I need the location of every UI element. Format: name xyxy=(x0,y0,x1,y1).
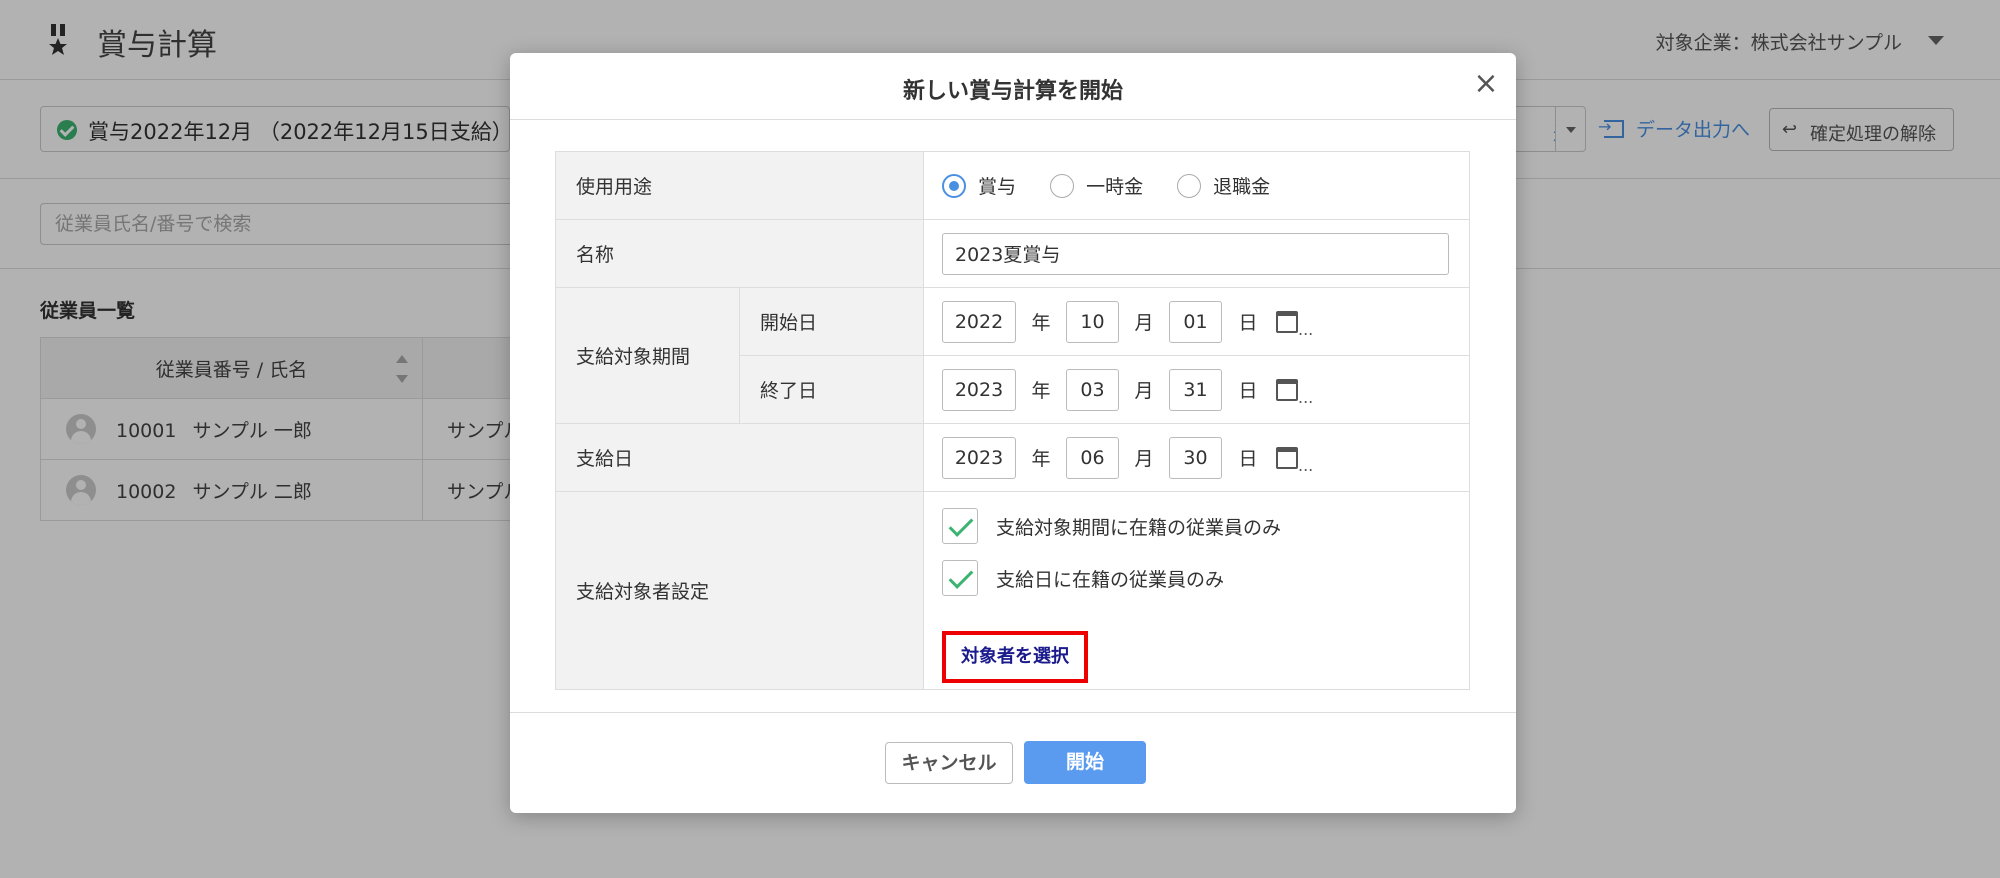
end-year-field[interactable]: 2023 xyxy=(942,368,1016,411)
modal-title: 新しい賞与計算を開始 xyxy=(902,79,1123,104)
start-date-cell: 2022 年 10 月 01 日... xyxy=(923,287,1470,356)
calendar-icon[interactable] xyxy=(1276,378,1298,401)
radio-circle xyxy=(1177,173,1202,198)
end-date-cell: 2023 年 03 月 31 日... xyxy=(923,355,1470,424)
name-cell xyxy=(923,219,1470,288)
payday-day-field[interactable]: 30 xyxy=(1169,436,1222,479)
radio-label: 賞与 xyxy=(978,176,1017,198)
name-label: 名称 xyxy=(555,219,924,288)
end-day-field[interactable]: 31 xyxy=(1169,368,1222,411)
end-date-label: 終了日 xyxy=(739,355,924,424)
modal-header: 新しい賞与計算を開始 × xyxy=(510,53,1516,120)
day-unit: 日 xyxy=(1238,312,1258,334)
radio-label: 退職金 xyxy=(1213,176,1271,198)
day-unit: 日 xyxy=(1238,448,1258,470)
payday-row: 支給日 2023 年 06 月 30 日... xyxy=(555,423,1470,492)
checkbox-period-label: 支給対象期間に在籍の従業員のみ xyxy=(996,516,1282,539)
payday-year-field[interactable]: 2023 xyxy=(942,436,1016,479)
year-unit: 年 xyxy=(1031,312,1051,334)
radio-bonus[interactable]: 賞与 xyxy=(942,172,1016,199)
radio-circle xyxy=(942,173,966,198)
payday-month-field[interactable]: 06 xyxy=(1066,436,1119,479)
target-row: 支給対象者設定 支給対象期間に在籍の従業員のみ 支給日に在籍の従業員のみ 対象者… xyxy=(555,491,1470,690)
start-month-field[interactable]: 10 xyxy=(1066,300,1119,343)
month-unit: 月 xyxy=(1134,312,1154,334)
name-field[interactable] xyxy=(942,232,1449,275)
month-unit: 月 xyxy=(1134,448,1154,470)
period-start-row: 支給対象期間 開始日 2022 年 10 月 01 日... xyxy=(555,287,1470,424)
year-unit: 年 xyxy=(1031,380,1051,402)
select-target-button[interactable]: 対象者を選択 xyxy=(942,631,1088,683)
cancel-button[interactable]: キャンセル xyxy=(885,742,1013,784)
name-row: 名称 xyxy=(555,219,1470,288)
radio-label: 一時金 xyxy=(1086,176,1144,198)
new-bonus-modal: 新しい賞与計算を開始 × 使用用途 賞与 一時金 退職金 名称 2023夏賞与 … xyxy=(510,53,1516,813)
start-button[interactable]: 開始 xyxy=(1024,741,1146,784)
month-unit: 月 xyxy=(1134,380,1154,402)
payday-label: 支給日 xyxy=(555,423,924,492)
checkbox-period[interactable] xyxy=(942,508,978,544)
year-unit: 年 xyxy=(1031,448,1051,470)
radio-lump-sum[interactable]: 一時金 xyxy=(1050,172,1143,199)
checkbox-payday-label: 支給日に在籍の従業員のみ xyxy=(996,568,1225,591)
calendar-icon[interactable] xyxy=(1276,446,1298,469)
start-date-label: 開始日 xyxy=(739,287,924,356)
calendar-icon[interactable] xyxy=(1276,310,1298,333)
modal-footer-divider xyxy=(510,712,1516,713)
start-day-field[interactable]: 01 xyxy=(1169,300,1222,343)
check-payday-row[interactable]: 支給日に在籍の従業員のみ xyxy=(942,553,1469,603)
calendar-more: ... xyxy=(1298,456,1314,475)
close-icon[interactable]: × xyxy=(1468,67,1504,103)
target-cell: 支給対象期間に在籍の従業員のみ 支給日に在籍の従業員のみ 対象者を選択 xyxy=(923,491,1470,690)
usage-options: 賞与 一時金 退職金 xyxy=(923,151,1470,220)
calendar-more: ... xyxy=(1298,388,1314,407)
usage-row: 使用用途 賞与 一時金 退職金 xyxy=(555,151,1470,220)
period-label: 支給対象期間 xyxy=(555,287,740,424)
bonus-form: 使用用途 賞与 一時金 退職金 名称 支給対象期間 開始日 xyxy=(555,151,1470,690)
payday-cell: 2023 年 06 月 30 日... xyxy=(923,423,1470,492)
end-month-field[interactable]: 03 xyxy=(1066,368,1119,411)
radio-retirement[interactable]: 退職金 xyxy=(1177,172,1270,199)
checkbox-payday[interactable] xyxy=(942,560,978,596)
start-year-field[interactable]: 2022 xyxy=(942,300,1016,343)
usage-label: 使用用途 xyxy=(555,151,924,220)
day-unit: 日 xyxy=(1238,380,1258,402)
calendar-more: ... xyxy=(1298,320,1314,339)
check-period-row[interactable]: 支給対象期間に在籍の従業員のみ xyxy=(942,501,1469,551)
target-label: 支給対象者設定 xyxy=(555,491,924,690)
radio-circle xyxy=(1050,173,1075,198)
